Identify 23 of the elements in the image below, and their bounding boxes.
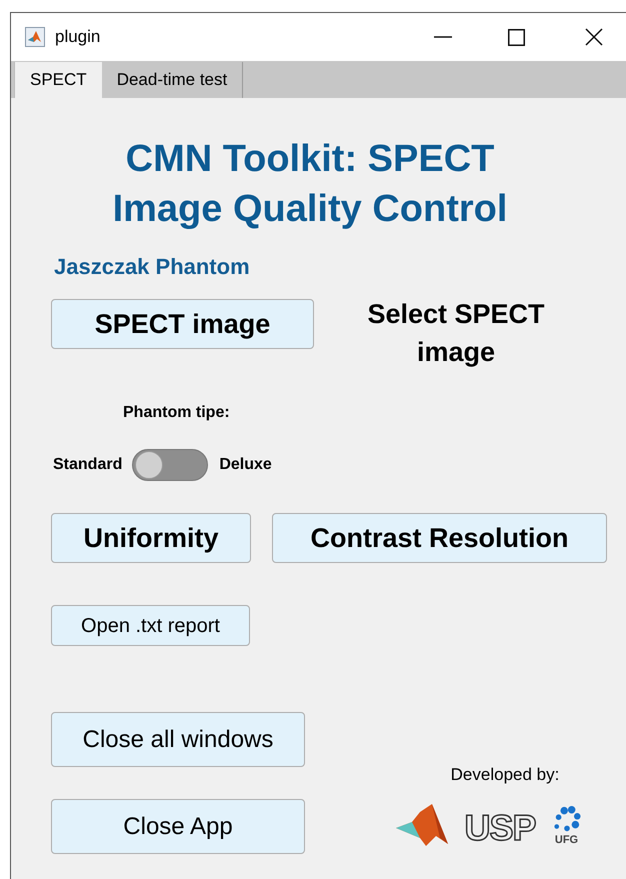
phantom-type-switch[interactable] xyxy=(132,449,208,481)
section-label: Jaszczak Phantom xyxy=(54,253,250,281)
peak-icon xyxy=(396,802,448,846)
app-icon xyxy=(25,27,45,47)
spect-image-button[interactable]: SPECT image xyxy=(51,299,314,349)
tab[interactable]: SPECT xyxy=(14,62,102,98)
open-report-button[interactable]: Open .txt report xyxy=(51,605,250,646)
window-title: plugin xyxy=(55,26,100,48)
university-logo: USP xyxy=(464,810,536,846)
credits-label: Developed by: xyxy=(450,764,560,786)
analysis-button[interactable]: Uniformity xyxy=(51,513,251,563)
app-heading: Image Quality Control xyxy=(112,187,508,232)
phantom-type-label: Phantom tipe: xyxy=(123,403,230,423)
close-windows-button[interactable]: Close all windows xyxy=(51,712,305,767)
close-app-button[interactable]: Close App xyxy=(51,799,305,854)
close-icon[interactable] xyxy=(585,28,603,46)
analysis-button[interactable]: Contrast Resolution xyxy=(272,513,607,563)
switch-label: Standard xyxy=(53,455,122,475)
university-logo: UFG xyxy=(552,806,582,846)
app-heading: CMN Toolkit: SPECT xyxy=(126,137,494,182)
maximize-icon[interactable] xyxy=(508,28,525,46)
switch-label: Deluxe xyxy=(219,455,272,475)
status-text: Select SPECT image xyxy=(366,298,546,369)
